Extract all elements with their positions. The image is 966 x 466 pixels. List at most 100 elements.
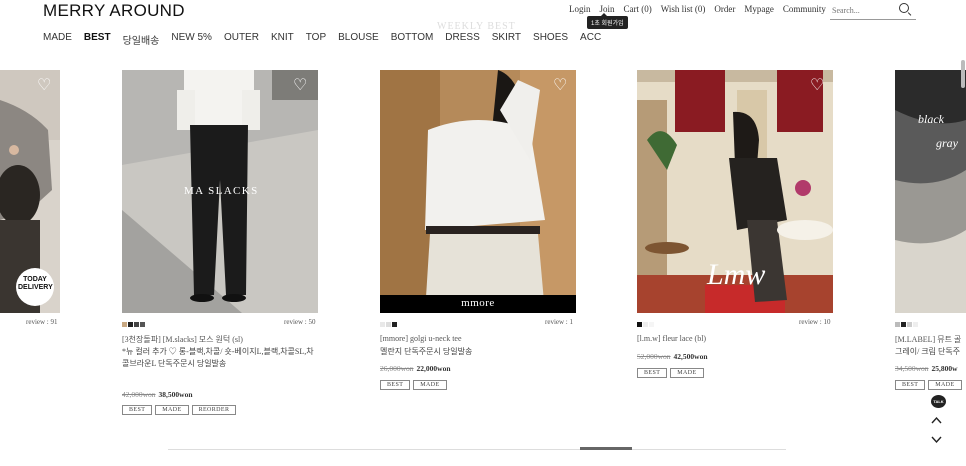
tag-made: MADE — [928, 380, 962, 390]
product-desc: *뉴 컬러 추가 ♡ 롱-블랙,차콜/ 숏-베이지L,블랙,차콜SL,차콜브라운… — [122, 347, 314, 368]
product-name[interactable]: [mmore] golgi u-neck tee — [380, 334, 462, 343]
review-count: review : 1 — [545, 318, 573, 326]
tag-made: MADE — [413, 380, 447, 390]
nav-new[interactable]: NEW 5% — [171, 32, 212, 47]
price-old: 34,500won — [895, 364, 929, 373]
nav-made[interactable]: MADE — [43, 32, 72, 47]
nav-dress[interactable]: DRESS — [445, 32, 479, 47]
swatch[interactable] — [895, 322, 900, 327]
color-swatches — [122, 322, 145, 327]
swatch[interactable] — [637, 322, 642, 327]
product-image[interactable]: MA SLACKS ♡ — [122, 70, 318, 313]
nav-top[interactable]: TOP — [306, 32, 326, 47]
page-scrollbar[interactable] — [961, 60, 965, 88]
swatch[interactable] — [140, 322, 145, 327]
swatch[interactable] — [128, 322, 133, 327]
swatch[interactable] — [643, 322, 648, 327]
community-link[interactable]: Community — [783, 4, 826, 14]
tag-best: BEST — [122, 405, 153, 415]
review-count: review : 10 — [799, 318, 831, 326]
heart-icon[interactable]: ♡ — [810, 78, 828, 94]
nav-skirt[interactable]: SKIRT — [492, 32, 521, 47]
price-sale: 25,800w — [931, 364, 958, 373]
logo[interactable]: MERRY AROUND — [43, 1, 185, 21]
product-overlay-text: Lmw — [707, 258, 766, 291]
product-tags: BEST MADE REORDER — [122, 405, 237, 415]
swatch[interactable] — [901, 322, 906, 327]
swatch[interactable] — [380, 322, 385, 327]
order-link[interactable]: Order — [714, 4, 735, 14]
product-image[interactable]: black gray — [895, 70, 966, 313]
product-overlay-text: MA SLACKS — [184, 185, 259, 197]
product-image[interactable]: mmore ♡ — [380, 70, 576, 313]
product-tags: BEST MADE — [895, 380, 962, 390]
price-old: 52,000won — [637, 352, 671, 361]
kakao-talk-button[interactable]: TALK — [931, 395, 946, 408]
nav-best[interactable]: BEST — [84, 32, 111, 47]
review-count: review : 50 — [284, 318, 316, 326]
product-price: 26,000won 22,000won — [380, 364, 451, 373]
product-name[interactable]: [l.m.w] fleur lace (bl) — [637, 334, 706, 343]
carousel-scrollbar[interactable] — [168, 449, 786, 450]
product-image[interactable]: ♡ TODAY DELIVERY — [0, 70, 60, 313]
price-old: 26,000won — [380, 364, 414, 373]
carousel-scroll-thumb[interactable] — [580, 447, 632, 450]
swatch[interactable] — [913, 322, 918, 327]
tag-reorder: REORDER — [191, 405, 237, 415]
nav-acc[interactable]: ACC — [580, 32, 601, 47]
color-swatches — [637, 322, 654, 327]
main-nav: MADE BEST 당일배송 NEW 5% OUTER KNIT TOP BLO… — [43, 32, 613, 47]
color-swatches — [895, 322, 918, 327]
product-tags: BEST MADE — [637, 368, 704, 378]
product-image[interactable]: Lmw ♡ — [637, 70, 833, 313]
color-swatches — [380, 322, 397, 327]
product-overlay-text: gray — [936, 136, 958, 150]
product-price: 52,000won 42,500won — [637, 352, 708, 361]
product-price: 34,500won 25,800w — [895, 364, 958, 373]
product-desc: 멜란지 단독주문시 당일발송 — [380, 347, 473, 356]
chevron-up-icon[interactable] — [931, 415, 942, 426]
heart-icon[interactable]: ♡ — [293, 78, 311, 94]
swatch[interactable] — [386, 322, 391, 327]
join-tooltip: 1초 회원가입 — [587, 13, 628, 29]
nav-shoes[interactable]: SHOES — [533, 32, 568, 47]
tag-made: MADE — [155, 405, 189, 415]
tag-best: BEST — [895, 380, 926, 390]
nav-same-day[interactable]: 당일배송 — [123, 32, 160, 47]
tag-best: BEST — [380, 380, 411, 390]
price-sale: 42,500won — [673, 352, 708, 361]
swatch[interactable] — [134, 322, 139, 327]
price-sale: 38,500won — [158, 390, 193, 399]
product-name[interactable]: [3천장돌파] [M.slacks] 모스 원턱 (sl) — [122, 334, 243, 345]
swatch[interactable] — [392, 322, 397, 327]
wishlist-link[interactable]: Wish list (0) — [661, 4, 706, 14]
section-title: WEEKLY BEST — [437, 21, 516, 32]
price-old: 42,000won — [122, 390, 156, 399]
nav-blouse[interactable]: BLOUSE — [338, 32, 379, 47]
today-delivery-label: TODAY DELIVERY — [18, 276, 53, 291]
nav-bottom[interactable]: BOTTOM — [391, 32, 434, 47]
product-name[interactable]: [M.LABEL] 뮤트 골 — [895, 334, 961, 345]
product-price: 42,000won 38,500won — [122, 390, 193, 399]
swatch[interactable] — [122, 322, 127, 327]
chevron-down-icon[interactable] — [931, 434, 942, 445]
nav-outer[interactable]: OUTER — [224, 32, 259, 47]
product-overlay-text: black — [918, 112, 944, 126]
search-icon[interactable] — [899, 3, 909, 13]
swatch[interactable] — [907, 322, 912, 327]
review-count: review : 91 — [26, 318, 58, 326]
login-link[interactable]: Login — [569, 4, 591, 14]
heart-icon[interactable]: ♡ — [37, 78, 55, 94]
heart-icon[interactable]: ♡ — [553, 78, 571, 94]
product-desc: 그레이/ 크림 단독주 — [895, 347, 961, 356]
tag-best: BEST — [637, 368, 668, 378]
mypage-link[interactable]: Mypage — [744, 4, 774, 14]
swatch[interactable] — [649, 322, 654, 327]
product-card[interactable]: black gray [M.LABEL] 뮤트 골 그레이/ 크림 단독주 34… — [895, 70, 966, 400]
cart-link[interactable]: Cart (0) — [624, 4, 652, 14]
tag-made: MADE — [670, 368, 704, 378]
price-sale: 22,000won — [416, 364, 451, 373]
product-tags: BEST MADE — [380, 380, 447, 390]
nav-knit[interactable]: KNIT — [271, 32, 294, 47]
product-overlay-text: mmore — [461, 297, 495, 309]
